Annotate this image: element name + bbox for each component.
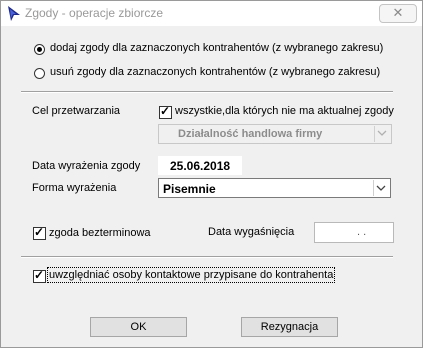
- check-icon: ✓: [34, 225, 45, 239]
- remove-consents-radio[interactable]: [34, 68, 45, 79]
- consent-date-label: Data wyrażenia zgody: [32, 160, 141, 172]
- indefinite-consent-checkbox[interactable]: ✓: [33, 225, 46, 240]
- chevron-down-icon: [374, 126, 390, 142]
- consent-form-label: Forma wyrażenia: [32, 182, 117, 194]
- all-purposes-label[interactable]: wszystkie,dla których nie ma aktualnej z…: [175, 105, 394, 117]
- radio-selected-dot: [37, 47, 42, 52]
- chevron-down-icon[interactable]: [373, 180, 389, 196]
- cancel-button[interactable]: Rezygnacja: [241, 317, 338, 337]
- consent-date-field[interactable]: 25.06.2018: [158, 156, 242, 175]
- ok-button-label: OK: [130, 321, 147, 333]
- close-button[interactable]: ✕: [379, 4, 417, 23]
- all-purposes-checkbox[interactable]: ✓: [159, 104, 172, 119]
- expiry-date-value: . .: [357, 226, 367, 238]
- indefinite-consent-label[interactable]: zgoda bezterminowa: [49, 227, 151, 239]
- dialog-window: Zgody - operacje zbiorcze ✕ dodaj zgody …: [0, 0, 423, 348]
- remove-consents-label[interactable]: usuń zgody dla zaznaczonych kontrahentów…: [50, 66, 380, 78]
- check-icon: ✓: [34, 268, 45, 282]
- title-bar: Zgody - operacje zbiorcze ✕: [1, 1, 422, 26]
- window-title: Zgody - operacje zbiorcze: [25, 6, 164, 20]
- ok-button[interactable]: OK: [90, 317, 187, 337]
- consent-form-value: Pisemnie: [163, 182, 216, 196]
- separator-bottom: [21, 256, 393, 258]
- add-consents-label[interactable]: dodaj zgody dla zaznaczonych kontrahentó…: [50, 42, 383, 54]
- purpose-label: Cel przetwarzania: [32, 105, 121, 117]
- purpose-select-value: Działalność handlowa firmy: [178, 128, 323, 140]
- cancel-button-label: Rezygnacja: [260, 321, 319, 333]
- consent-form-select[interactable]: Pisemnie: [158, 178, 391, 198]
- add-consents-radio[interactable]: [34, 44, 45, 55]
- app-cursor-icon: [5, 5, 23, 23]
- purpose-select: Działalność handlowa firmy: [158, 124, 392, 144]
- consent-date-value: 25.06.2018: [170, 159, 231, 173]
- expiry-date-field: . .: [314, 222, 394, 243]
- include-contacts-label[interactable]: uwzględniać osoby kontaktowe przypisane …: [46, 267, 336, 283]
- expiry-date-label: Data wygaśnięcia: [208, 226, 295, 238]
- check-icon: ✓: [160, 104, 171, 118]
- include-contacts-checkbox[interactable]: ✓: [33, 268, 46, 283]
- separator-top: [21, 91, 393, 93]
